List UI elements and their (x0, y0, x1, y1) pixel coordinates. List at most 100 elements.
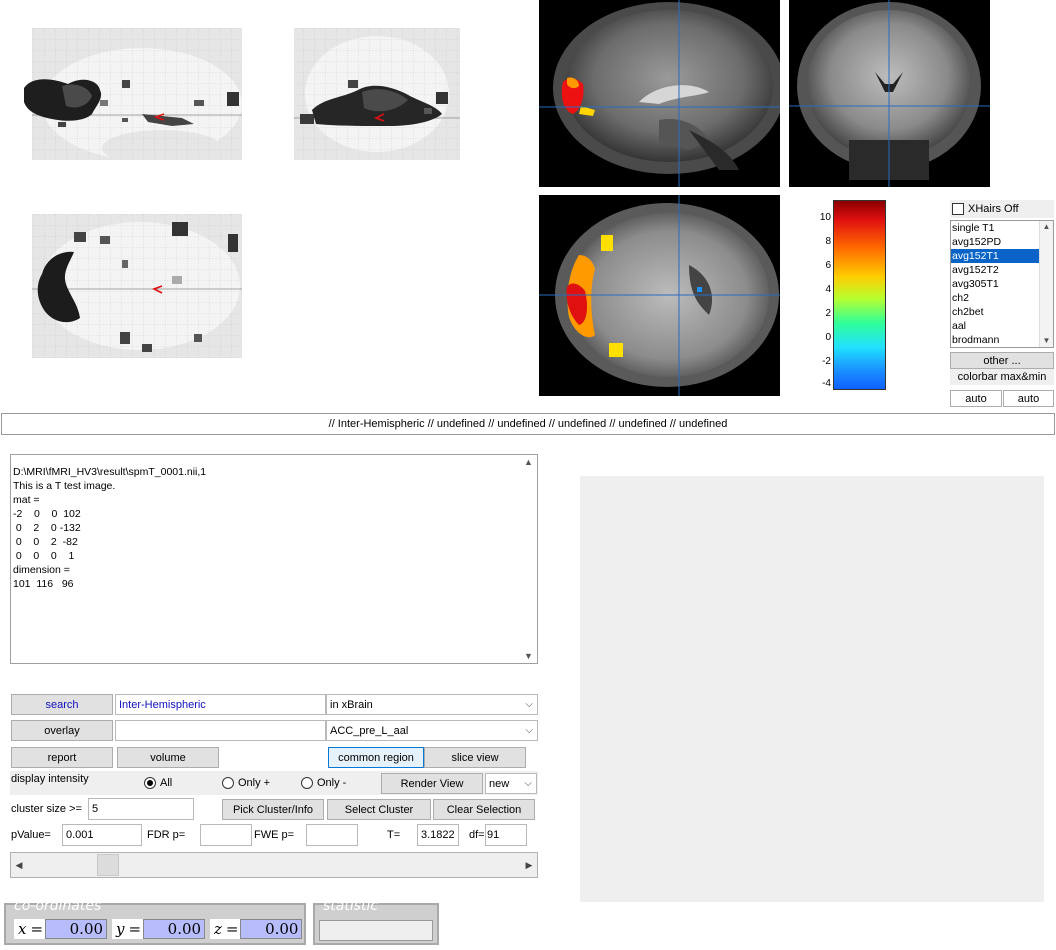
colorbar-label: colorbar max&min (950, 369, 1054, 385)
radio-only-negative-label: Only - (317, 777, 347, 789)
info-line: This is a T test image. (13, 480, 116, 492)
colorbar-auto-right-button[interactable]: auto (1003, 390, 1054, 407)
coord-x-input[interactable]: 0.00 (45, 919, 108, 939)
radio-all[interactable]: All (144, 777, 172, 789)
info-line: 101 116 96 (13, 578, 74, 590)
select-cluster-button[interactable]: Select Cluster (327, 799, 431, 820)
slider-left-icon[interactable]: ◀ (11, 853, 27, 877)
other-template-button[interactable]: other ... (950, 352, 1054, 369)
coord-y-input[interactable]: 0.00 (143, 919, 206, 939)
search-input[interactable]: Inter-Hemispheric (115, 694, 326, 715)
scroll-down-icon[interactable]: ▼ (1040, 335, 1053, 347)
sagittal-slice-view[interactable] (539, 0, 780, 187)
coord-z: z = 0.00 (210, 919, 303, 939)
overlay-input[interactable] (115, 720, 326, 741)
search-scope-select[interactable]: in xBrain ⌵ (326, 694, 538, 715)
radio-only-positive[interactable]: Only + (222, 777, 270, 789)
info-text-area[interactable]: D:\MRI\fMRI_HV3\result\spmT_0001.nii,1 Th… (10, 454, 538, 664)
axial-slice-view[interactable] (539, 195, 780, 396)
template-list-item[interactable]: ch2 (951, 291, 1039, 305)
render-mode-value: new (489, 777, 510, 790)
glass-brain-sagittal[interactable] (22, 28, 244, 160)
cluster-size-input[interactable]: 5 (88, 798, 194, 820)
equals-sign: = (225, 919, 241, 939)
colorbar-tick: 2 (825, 308, 831, 319)
coord-y: y = 0.00 (112, 919, 206, 939)
chevron-down-icon: ⌵ (525, 698, 533, 710)
region-label-strip: // Inter-Hemispheric // undefined // und… (1, 413, 1055, 435)
fdr-input[interactable] (200, 824, 252, 846)
pvalue-input[interactable]: 0.001 (62, 824, 142, 846)
chevron-down-icon: ⌵ (525, 724, 533, 736)
xhairs-label: XHairs Off (968, 203, 1019, 215)
threshold-slider[interactable]: ◀ ▶ (10, 852, 538, 878)
info-line: 0 0 2 -82 (13, 536, 78, 548)
template-list-item[interactable]: avg305T1 (951, 277, 1039, 291)
template-list-scrollbar[interactable]: ▲ ▼ (1039, 221, 1053, 347)
glass-brain-axial[interactable] (22, 214, 244, 358)
df-input[interactable]: 91 (485, 824, 527, 846)
info-line: 0 2 0 -132 (13, 522, 81, 534)
volume-button[interactable]: volume (117, 747, 219, 768)
radio-all-label: All (160, 777, 173, 789)
overlay-button[interactable]: overlay (11, 720, 113, 741)
slider-thumb[interactable] (97, 854, 119, 876)
equals-sign: = (30, 919, 46, 939)
pick-cluster-button[interactable]: Pick Cluster/Info (222, 799, 324, 820)
chevron-down-icon: ⌵ (524, 777, 532, 789)
template-list-item[interactable]: avg152T2 (951, 263, 1039, 277)
search-scope-value: in xBrain (330, 698, 373, 711)
colorbar-tick: 10 (819, 212, 831, 223)
coord-x-label: x (14, 919, 31, 939)
info-line: D:\MRI\fMRI_HV3\result\spmT_0001.nii,1 (13, 466, 207, 478)
template-list-item[interactable]: ch2bet (951, 305, 1039, 319)
radio-only-negative[interactable]: Only - (301, 777, 346, 789)
radio-only-negative-indicator[interactable] (301, 777, 313, 789)
colorbar-auto-left-button[interactable]: auto (950, 390, 1002, 407)
report-button[interactable]: report (11, 747, 113, 768)
template-list[interactable]: single T1 avg152PD avg152T1 avg152T2 avg305T… (950, 220, 1054, 348)
overlay-region-select[interactable]: ACC_pre_L_aal ⌵ (326, 720, 538, 741)
scroll-down-icon[interactable]: ▼ (524, 651, 533, 661)
xhairs-checkbox[interactable] (952, 203, 964, 215)
fwe-label: FWE p= (254, 829, 295, 841)
render-mode-select[interactable]: new ⌵ (485, 773, 537, 794)
coronal-slice-view[interactable] (789, 0, 990, 187)
colorbar (833, 200, 886, 390)
statistic-title: statistic (323, 898, 379, 914)
template-list-item[interactable]: avg152T1 (951, 249, 1039, 263)
coordinates-group: co-ordinates x = 0.00 y = 0.00 z = 0.00 (4, 898, 306, 945)
xhairs-toggle[interactable]: XHairs Off (950, 200, 1054, 218)
radio-only-positive-indicator[interactable] (222, 777, 234, 789)
equals-sign: = (128, 919, 144, 939)
cluster-size-label: cluster size >= (11, 803, 82, 815)
render-view-button[interactable]: Render View (381, 773, 483, 794)
render-panel (580, 476, 1044, 902)
template-list-item[interactable]: brodmann (951, 333, 1039, 347)
colorbar-tick: 6 (825, 260, 831, 271)
coord-z-input[interactable]: 0.00 (240, 919, 303, 939)
slider-right-icon[interactable]: ▶ (521, 853, 537, 877)
search-button[interactable]: search (11, 694, 113, 715)
glass-brain-coronal[interactable] (292, 28, 462, 160)
scroll-up-icon[interactable]: ▲ (524, 457, 533, 467)
radio-all-indicator[interactable] (144, 777, 156, 789)
colorbar-tick: 4 (825, 284, 831, 295)
info-line: mat = (13, 494, 40, 506)
fwe-input[interactable] (306, 824, 358, 846)
colorbar-tick: 0 (825, 332, 831, 343)
coord-y-label: y (112, 919, 129, 939)
info-scrollbar[interactable]: ▲ ▼ (522, 455, 537, 663)
clear-selection-button[interactable]: Clear Selection (433, 799, 535, 820)
statistic-group: statistic (313, 898, 439, 945)
template-list-item[interactable]: avg152PD (951, 235, 1039, 249)
info-line: dimension = (13, 564, 70, 576)
radio-only-positive-label: Only + (238, 777, 271, 789)
template-list-item[interactable]: aal (951, 319, 1039, 333)
template-list-item[interactable]: single T1 (951, 221, 1039, 235)
slice-view-button[interactable]: slice view (424, 747, 526, 768)
scroll-up-icon[interactable]: ▲ (1040, 221, 1053, 233)
common-region-button[interactable]: common region (328, 747, 424, 768)
t-input[interactable]: 3.1822 (417, 824, 459, 846)
pvalue-label: pValue= (11, 829, 51, 841)
